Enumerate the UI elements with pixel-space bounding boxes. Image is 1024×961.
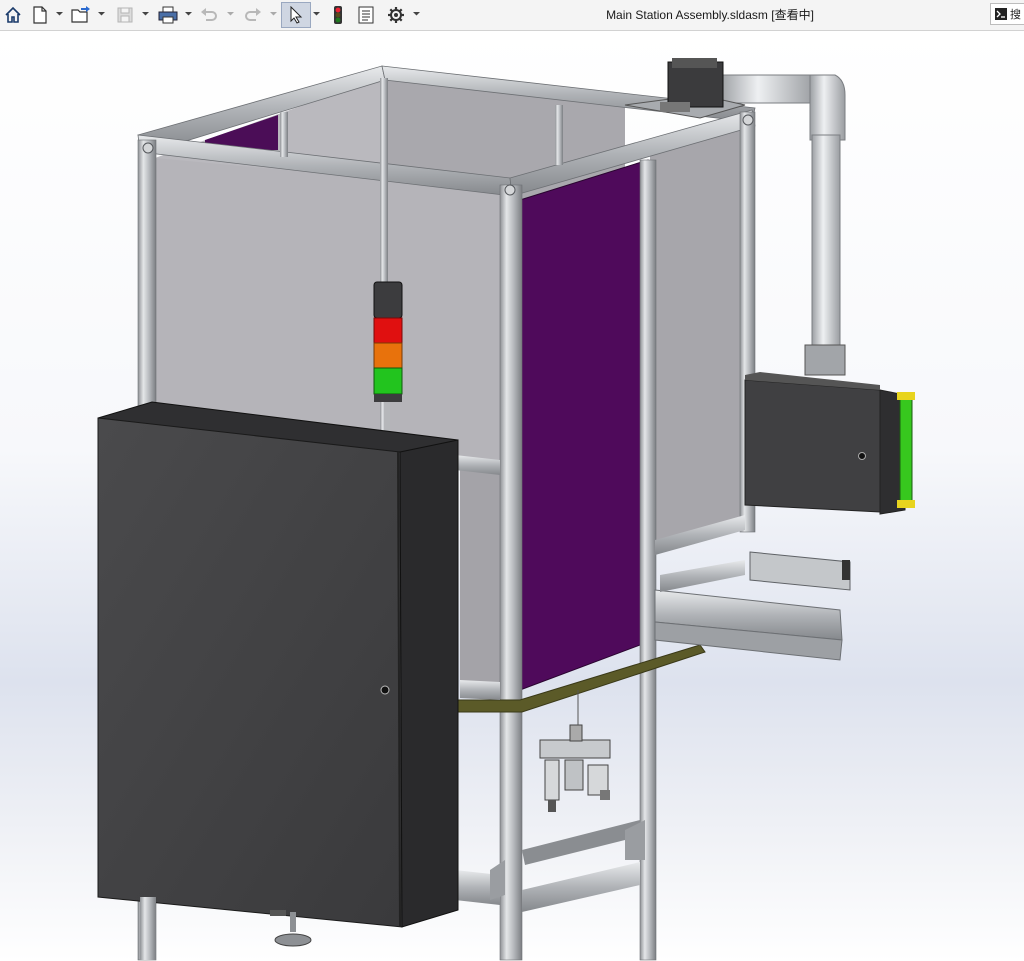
linear-actuator <box>749 551 851 591</box>
conveyor-bracket <box>660 560 745 592</box>
right-side-panel <box>650 120 745 550</box>
rear-left-post <box>280 112 288 157</box>
assembly-model-render[interactable] <box>0 0 1024 961</box>
electrical-cabinet <box>97 401 459 928</box>
cabinet-leg <box>140 897 156 960</box>
bottom-side-beam <box>522 862 640 912</box>
leveling-foot-stem <box>290 912 296 932</box>
purple-acrylic-panel <box>519 159 649 691</box>
right-control-box <box>744 372 915 515</box>
center-front-post <box>499 184 523 961</box>
corner-cap <box>504 184 516 196</box>
actuator-end <box>842 560 850 580</box>
leveling-foot <box>274 933 312 947</box>
cabinet-lock <box>380 685 390 695</box>
rear-mid-post <box>555 105 563 165</box>
graphics-area[interactable] <box>0 31 1024 961</box>
gusset <box>490 860 505 900</box>
pneumatic-filter-regulator <box>539 690 611 812</box>
lower-side-panel <box>460 470 500 690</box>
corner-cap <box>742 114 754 126</box>
corner-cap <box>142 142 154 154</box>
lower-beam <box>460 680 500 700</box>
